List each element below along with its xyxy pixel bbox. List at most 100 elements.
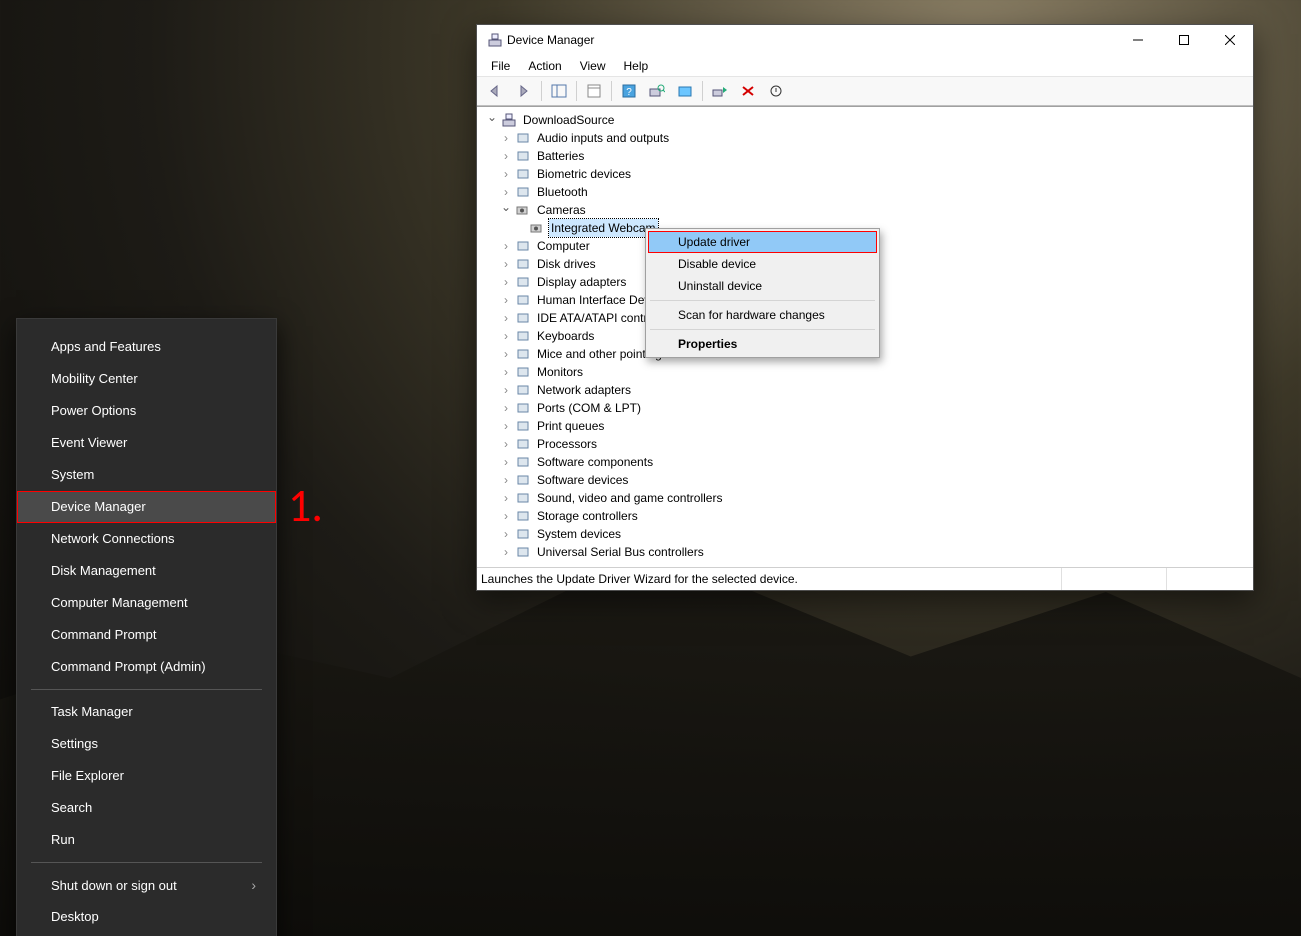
expand-icon[interactable] bbox=[499, 489, 513, 507]
menu-view[interactable]: View bbox=[572, 57, 614, 75]
enable-device-button[interactable] bbox=[707, 79, 733, 103]
ctx-properties[interactable]: Properties bbox=[648, 333, 877, 355]
tree-item-label: Software devices bbox=[535, 471, 630, 489]
expand-icon[interactable] bbox=[499, 435, 513, 453]
expand-icon[interactable] bbox=[499, 165, 513, 183]
winx-item[interactable]: Search bbox=[17, 792, 276, 824]
device-category-icon bbox=[515, 238, 531, 254]
forward-button[interactable] bbox=[511, 79, 537, 103]
tree-category[interactable]: Sound, video and game controllers bbox=[485, 489, 1253, 507]
expand-icon[interactable] bbox=[499, 309, 513, 327]
ctx-update-driver[interactable]: Update driver bbox=[648, 231, 877, 253]
tree-category[interactable]: Network adapters bbox=[485, 381, 1253, 399]
winx-item[interactable]: Run bbox=[17, 824, 276, 856]
status-text: Launches the Update Driver Wizard for th… bbox=[477, 568, 1062, 590]
device-category-icon bbox=[515, 382, 531, 398]
expand-icon[interactable] bbox=[499, 345, 513, 363]
expand-icon[interactable] bbox=[499, 417, 513, 435]
tree-category[interactable]: Audio inputs and outputs bbox=[485, 129, 1253, 147]
winx-item[interactable]: Command Prompt (Admin) bbox=[17, 651, 276, 683]
expand-icon[interactable] bbox=[499, 507, 513, 525]
expand-icon[interactable] bbox=[499, 129, 513, 147]
tree-item-label: Software components bbox=[535, 453, 655, 471]
winx-item[interactable]: Settings bbox=[17, 728, 276, 760]
tree-category[interactable]: Storage controllers bbox=[485, 507, 1253, 525]
back-button[interactable] bbox=[483, 79, 509, 103]
tree-root[interactable]: DownloadSource bbox=[485, 111, 1253, 129]
expand-icon[interactable] bbox=[499, 147, 513, 165]
help-button[interactable]: ? bbox=[616, 79, 642, 103]
device-category-icon bbox=[515, 454, 531, 470]
ctx-separator bbox=[650, 329, 875, 330]
winx-item[interactable]: Device Manager bbox=[17, 491, 276, 523]
expand-icon[interactable] bbox=[499, 471, 513, 489]
properties-button[interactable] bbox=[581, 79, 607, 103]
tree-category[interactable]: Universal Serial Bus controllers bbox=[485, 543, 1253, 561]
expand-icon[interactable] bbox=[499, 525, 513, 543]
winx-item[interactable]: Computer Management bbox=[17, 587, 276, 619]
winx-item[interactable]: Power Options bbox=[17, 395, 276, 427]
tree-item-label: Network adapters bbox=[535, 381, 633, 399]
winx-item[interactable]: Disk Management bbox=[17, 555, 276, 587]
window-title: Device Manager bbox=[507, 33, 594, 47]
winx-item[interactable]: Network Connections bbox=[17, 523, 276, 555]
close-button[interactable] bbox=[1207, 25, 1253, 55]
expand-icon[interactable] bbox=[499, 381, 513, 399]
tree-category[interactable]: Biometric devices bbox=[485, 165, 1253, 183]
tree-category[interactable]: Software components bbox=[485, 453, 1253, 471]
ctx-disable-device[interactable]: Disable device bbox=[648, 253, 877, 275]
expand-icon[interactable] bbox=[499, 291, 513, 309]
ctx-uninstall-device[interactable]: Uninstall device bbox=[648, 275, 877, 297]
chevron-right-icon: › bbox=[251, 877, 256, 893]
titlebar[interactable]: Device Manager bbox=[477, 25, 1253, 55]
expand-icon[interactable] bbox=[499, 363, 513, 381]
tree-category[interactable]: Software devices bbox=[485, 471, 1253, 489]
expand-icon[interactable] bbox=[499, 327, 513, 345]
tree-category[interactable]: Bluetooth bbox=[485, 183, 1253, 201]
maximize-button[interactable] bbox=[1161, 25, 1207, 55]
tree-category[interactable]: Monitors bbox=[485, 363, 1253, 381]
scan-hardware-button[interactable] bbox=[644, 79, 670, 103]
tree-category[interactable]: System devices bbox=[485, 525, 1253, 543]
tree-category[interactable]: Processors bbox=[485, 435, 1253, 453]
tree-item-label: Monitors bbox=[535, 363, 585, 381]
expand-icon[interactable] bbox=[499, 273, 513, 291]
tree-category[interactable]: Batteries bbox=[485, 147, 1253, 165]
tree-category[interactable]: Cameras bbox=[485, 201, 1253, 219]
winx-item[interactable]: Apps and Features bbox=[17, 331, 276, 363]
toolbar: ? bbox=[477, 76, 1253, 106]
winx-item[interactable]: File Explorer bbox=[17, 760, 276, 792]
expand-icon[interactable] bbox=[499, 237, 513, 255]
menubar: File Action View Help bbox=[477, 55, 1253, 76]
device-category-icon bbox=[515, 490, 531, 506]
expand-icon[interactable] bbox=[499, 543, 513, 561]
update-driver-button[interactable] bbox=[672, 79, 698, 103]
collapse-icon[interactable] bbox=[499, 201, 513, 219]
winx-shutdown-submenu[interactable]: Shut down or sign out› bbox=[17, 869, 276, 901]
show-hide-tree-button[interactable] bbox=[546, 79, 572, 103]
winx-item[interactable]: Mobility Center bbox=[17, 363, 276, 395]
context-menu: Update driver Disable device Uninstall d… bbox=[645, 228, 880, 358]
statusbar: Launches the Update Driver Wizard for th… bbox=[477, 567, 1253, 590]
expand-icon[interactable] bbox=[499, 453, 513, 471]
disable-button[interactable] bbox=[763, 79, 789, 103]
ctx-scan-hardware[interactable]: Scan for hardware changes bbox=[648, 304, 877, 326]
menu-help[interactable]: Help bbox=[616, 57, 657, 75]
tree-category[interactable]: Ports (COM & LPT) bbox=[485, 399, 1253, 417]
winx-item[interactable]: Event Viewer bbox=[17, 427, 276, 459]
collapse-icon[interactable] bbox=[485, 111, 499, 129]
winx-item[interactable]: Command Prompt bbox=[17, 619, 276, 651]
tree-item-label: Biometric devices bbox=[535, 165, 633, 183]
winx-item[interactable]: Task Manager bbox=[17, 696, 276, 728]
expand-icon[interactable] bbox=[499, 399, 513, 417]
device-category-icon bbox=[515, 526, 531, 542]
tree-category[interactable]: Print queues bbox=[485, 417, 1253, 435]
menu-action[interactable]: Action bbox=[520, 57, 569, 75]
expand-icon[interactable] bbox=[499, 255, 513, 273]
tree-item-label: Batteries bbox=[535, 147, 586, 165]
winx-item[interactable]: Desktop bbox=[17, 901, 276, 933]
uninstall-button[interactable] bbox=[735, 79, 761, 103]
minimize-button[interactable] bbox=[1115, 25, 1161, 55]
winx-item[interactable]: System bbox=[17, 459, 276, 491]
menu-file[interactable]: File bbox=[483, 57, 518, 75]
